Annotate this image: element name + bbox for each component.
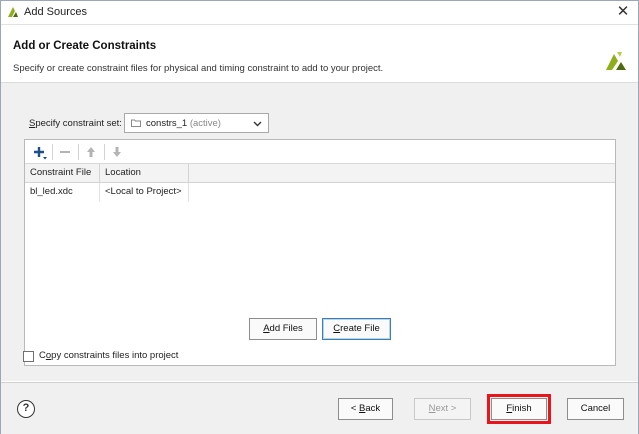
table-row[interactable]: bl_led.xdc <Local to Project> [25,183,615,202]
next-button[interactable]: Next > [414,398,471,420]
cell-constraint-file: bl_led.xdc [25,183,100,202]
vivado-logo-icon [606,52,626,70]
finish-button[interactable]: Finish [491,398,547,420]
constraint-files-panel: Constraint File Location bl_led.xdc <Loc… [24,139,616,366]
arrow-up-icon[interactable] [82,143,100,161]
table-header: Constraint File Location [25,164,615,183]
vivado-app-icon [8,7,18,17]
cancel-button[interactable]: Cancel [567,398,624,420]
back-button[interactable]: < Back [338,398,393,420]
plus-icon[interactable] [30,143,48,161]
minus-icon[interactable] [56,143,74,161]
page-description: Specify or create constraint files for p… [13,63,384,74]
title-bar: Add Sources ✕ [1,1,638,25]
add-sources-dialog: Add Sources ✕ Add or Create Constraints … [0,0,639,434]
arrow-down-icon[interactable] [108,143,126,161]
page-header: Add or Create Constraints Specify or cre… [1,26,638,81]
add-files-button[interactable]: Add Files [249,318,317,340]
chevron-down-icon [253,121,262,127]
toolbar-divider [78,144,79,160]
folder-icon [131,119,141,127]
close-icon[interactable]: ✕ [614,3,632,21]
page-title: Add or Create Constraints [13,40,157,52]
constraint-set-label: Specify constraint set: [29,118,122,129]
copy-constraints-checkbox[interactable] [23,351,34,362]
main-content: Specify constraint set: constrs_1 (activ… [1,82,638,381]
window-title: Add Sources [24,6,87,18]
cell-location: <Local to Project> [100,183,189,202]
help-icon[interactable]: ? [17,400,35,418]
toolbar-divider [52,144,53,160]
dialog-footer: ? < Back Next > Finish Cancel [1,382,638,434]
copy-constraints-label[interactable]: Copy constraints files into project [39,350,178,361]
constraint-set-value: constrs_1 (active) [146,118,221,129]
file-toolbar [25,140,615,164]
toolbar-divider [104,144,105,160]
column-header-constraint-file[interactable]: Constraint File [25,164,100,183]
constraint-set-dropdown[interactable]: constrs_1 (active) [124,113,269,133]
column-header-location[interactable]: Location [100,164,189,183]
create-file-button[interactable]: Create File [322,318,391,340]
